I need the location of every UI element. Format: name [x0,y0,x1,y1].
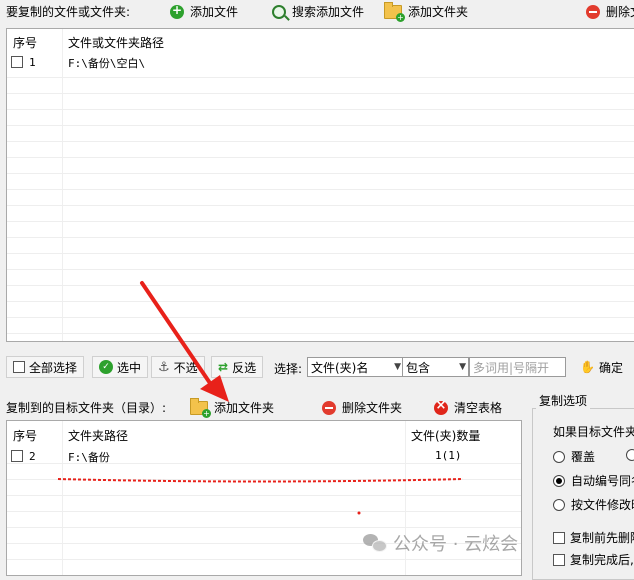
confirm-label: 确定 [598,360,623,375]
field-select[interactable]: 文件(夹)名 ▼ [307,357,404,377]
delete-folder-button[interactable]: 删除文件夹 [322,399,402,416]
delete-folder-label: 删除文件夹 [342,401,403,415]
after-copy-label: 复制完成后, [570,553,634,567]
search-add-file-label: 搜索添加文件 [292,5,365,19]
clear-table-label: 清空表格 [454,401,503,415]
confirm-button[interactable]: ✋ 确定 [573,356,630,378]
invert-selection-button[interactable]: ⇄ 反选 [211,356,264,378]
swap-icon: ⇄ [218,360,229,374]
source-col-index-header[interactable]: 序号 [13,34,37,51]
match-select[interactable]: 包含 ▼ [402,357,469,377]
auto-rename-radio[interactable]: 自动编号同名 [553,472,634,489]
field-select-value: 文件(夹)名 [311,360,369,375]
radio-button [626,449,634,461]
clear-table-button[interactable]: 清空表格 [434,398,503,416]
delete-before-copy-checkbox[interactable]: 复制前先删除 [553,529,634,546]
add-folder-label-top: 添加文件夹 [408,5,469,19]
chevron-down-icon: ▼ [394,362,401,372]
add-folder-button-top[interactable]: + 添加文件夹 [384,1,469,22]
row-index: 1 [29,55,36,69]
radio-button [553,450,565,463]
delete-before-copy-label: 复制前先删除 [570,531,634,545]
select-all-button[interactable]: 全部选择 [6,356,85,378]
choose-label: 选择: [274,362,303,376]
search-add-icon [272,4,286,19]
add-folder-icon: + [384,1,405,22]
target-col-index-header[interactable]: 序号 [13,427,37,444]
select-checked-label: 选中 [117,360,142,375]
copy-options-title: 复制选项 [536,392,591,409]
source-col-path-header[interactable]: 文件或文件夹路径 [68,34,164,51]
row-count: 1(1) [435,449,462,462]
select-checked-button[interactable]: ✓ 选中 [92,356,149,378]
match-select-value: 包含 [406,360,431,375]
chevron-down-icon: ▼ [459,362,466,372]
delete-file-button[interactable]: 删除文 [586,3,634,20]
keyword-placeholder: 多词用|号隔开 [473,360,550,375]
auto-rename-label: 自动编号同名 [571,474,634,488]
source-section-title: 要复制的文件或文件夹: [6,5,131,19]
table-row[interactable]: 1 [11,54,36,70]
delete-file-label: 删除文 [606,5,634,19]
clear-icon [434,398,448,415]
select-all-label: 全部选择 [29,360,78,375]
deselect-label: 不选 [173,360,198,375]
source-table[interactable]: 序号 文件或文件夹路径 1 F:\备份\空白\ [6,28,634,342]
target-section-title: 复制到的目标文件夹（目录）: [6,401,167,415]
checkbox [553,531,565,544]
add-file-label: 添加文件 [190,5,239,19]
add-icon [170,3,184,19]
watermark-text: 公众号 · 云炫会 [393,534,519,555]
by-modified-radio[interactable]: 按文件修改时 [553,496,634,513]
row-checkbox[interactable] [11,450,23,462]
checkbox [553,553,565,566]
check-circle-icon: ✓ [99,360,113,374]
row-index: 2 [29,449,36,463]
overwrite-label: 覆盖 [571,450,596,464]
row-path: F:\备份 [68,451,110,464]
anchor-icon: ⚓ [158,359,170,375]
if-target-exists-label: 如果目标文件夹 [553,425,634,439]
hand-icon: ✋ [580,360,595,374]
add-folder-button[interactable]: + 添加文件夹 [190,397,275,418]
invert-label: 反选 [232,360,257,375]
select-all-checkbox [13,361,25,373]
add-folder-icon: + [190,397,211,418]
delete-icon [586,4,600,19]
add-file-button[interactable]: 添加文件 [170,3,238,20]
deselect-button[interactable]: ⚓ 不选 [151,356,205,378]
radio-button [553,498,565,511]
extra-radio[interactable] [626,449,634,464]
table-row[interactable]: 2 [11,448,36,464]
target-col-count-header[interactable]: 文件(夹)数量 [411,427,480,444]
annotation-arrow-head [200,375,229,402]
search-add-file-button[interactable]: 搜索添加文件 [272,3,364,20]
wechat-icon [363,534,387,552]
after-copy-checkbox[interactable]: 复制完成后, [553,551,634,568]
keyword-input[interactable]: 多词用|号隔开 [469,357,566,377]
row-path: F:\备份\空白\ [68,57,146,70]
delete-icon [322,400,336,415]
by-modified-label: 按文件修改时 [571,498,634,512]
watermark: 公众号 · 云炫会 [363,530,518,556]
overwrite-radio[interactable]: 覆盖 [553,448,595,465]
target-col-path-header[interactable]: 文件夹路径 [68,427,128,444]
row-checkbox[interactable] [11,56,23,68]
add-folder-label: 添加文件夹 [214,401,275,415]
radio-button-selected [553,474,565,487]
